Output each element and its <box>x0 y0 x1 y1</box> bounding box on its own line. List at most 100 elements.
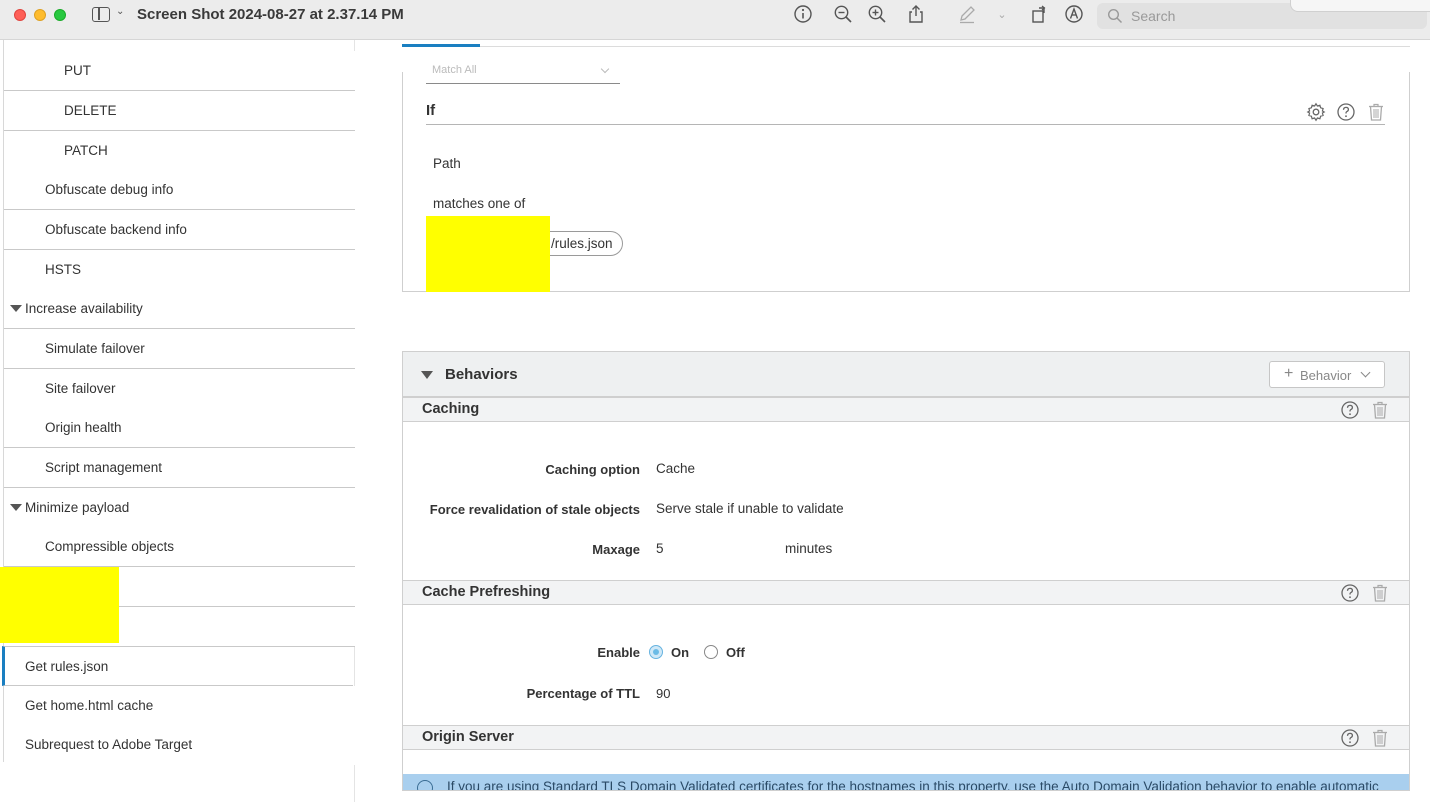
add-behavior-label: Behavior <box>1300 368 1352 383</box>
share-icon[interactable] <box>905 4 927 26</box>
sidebar-item-minimize-payload[interactable]: Minimize payload <box>4 488 355 528</box>
criteria-operator-label: matches one of <box>433 196 526 211</box>
active-tab-indicator <box>402 44 480 47</box>
trash-icon[interactable] <box>1370 728 1390 748</box>
trash-icon[interactable] <box>1370 583 1390 603</box>
sidebar-item-label: Site failover <box>45 381 116 396</box>
window-titlebar: ⌄ Screen Shot 2024-08-27 at 2.37.14 PM ⌄ <box>0 0 1430 40</box>
sidebar-toggle-icon[interactable] <box>92 7 110 22</box>
behaviors-header: Behaviors + Behavior <box>403 352 1409 397</box>
behaviors-title: Behaviors <box>445 366 518 383</box>
redaction-block <box>426 216 550 292</box>
prefresh-title: Cache Prefreshing <box>422 584 551 600</box>
maxage-value[interactable]: 5 <box>656 541 664 556</box>
sidebar-item-label: Minimize payload <box>25 500 130 515</box>
sidebar-item-label: Subrequest to Adobe Target <box>25 737 193 752</box>
zoom-out-icon[interactable] <box>832 4 854 26</box>
expand-triangle-icon[interactable] <box>10 305 22 312</box>
sidebar-item-compressible-objects[interactable]: Compressible objects <box>4 527 355 567</box>
markup-chevron-icon[interactable]: ⌄ <box>991 4 1013 26</box>
close-window-button[interactable] <box>14 9 26 21</box>
maxage-unit[interactable]: minutes <box>785 541 832 556</box>
prefresh-off-label[interactable]: Off <box>726 645 745 660</box>
sidebar-item-label: PUT <box>64 63 91 78</box>
markup-pen-icon[interactable] <box>956 4 978 26</box>
match-select-value: Match All <box>432 64 477 76</box>
sidebar-item-simulate-failover[interactable]: Simulate failover <box>4 329 355 369</box>
sidebar-item-label: Obfuscate backend info <box>45 222 187 237</box>
sidebar-item-obfuscate-debug-info[interactable]: Obfuscate debug info <box>4 170 355 210</box>
origin-section-header: Origin Server <box>403 725 1409 750</box>
help-icon[interactable] <box>1340 728 1360 748</box>
sidebar-item-label: Increase availability <box>25 301 143 316</box>
trash-icon[interactable] <box>1366 102 1386 122</box>
sidebar-item-get-home-html-cache[interactable]: Get home.html cache <box>4 686 355 726</box>
chevron-down-icon[interactable]: ⌄ <box>116 6 124 17</box>
zoom-in-icon[interactable] <box>866 4 888 26</box>
rotate-icon[interactable] <box>1028 4 1050 26</box>
gear-icon[interactable] <box>1306 102 1326 122</box>
caching-option-value[interactable]: Cache <box>656 461 695 476</box>
help-icon[interactable] <box>1340 583 1360 603</box>
path-value-text: /rules.json <box>551 236 613 251</box>
annotate-icon[interactable] <box>1063 4 1085 26</box>
chevron-down-icon <box>1360 367 1371 378</box>
expand-triangle-icon[interactable] <box>10 504 22 511</box>
help-icon[interactable] <box>1336 102 1356 122</box>
sidebar-item-label: Simulate failover <box>45 341 145 356</box>
add-behavior-button[interactable]: + Behavior <box>1269 361 1385 388</box>
sidebar-item-hsts[interactable]: HSTS <box>4 250 355 290</box>
prefresh-section-header: Cache Prefreshing <box>403 580 1409 605</box>
collapse-triangle-icon[interactable] <box>421 371 433 379</box>
caching-section-header: Caching <box>403 397 1409 422</box>
maxage-label: Maxage <box>592 542 640 557</box>
criteria-path-label: Path <box>433 156 461 171</box>
criteria-divider <box>426 124 1385 125</box>
sidebar-item-put[interactable]: PUT <box>4 51 355 91</box>
popover-edge <box>1290 0 1430 12</box>
sidebar-item-obfuscate-backend-info[interactable]: Obfuscate backend info <box>4 210 355 250</box>
behaviors-card: Behaviors + Behavior Caching Caching opt… <box>402 351 1410 791</box>
prefresh-on-radio[interactable] <box>649 645 663 659</box>
trash-icon[interactable] <box>1370 400 1390 420</box>
info-icon <box>417 780 433 790</box>
sidebar-item-label: Origin health <box>45 420 122 435</box>
origin-title: Origin Server <box>422 729 514 745</box>
sidebar-item-increase-availability[interactable]: Increase availability <box>4 289 355 329</box>
fullscreen-window-button[interactable] <box>54 9 66 21</box>
tls-info-banner: If you are using Standard TLS Domain Val… <box>403 774 1409 791</box>
criteria-if-title: If <box>426 102 436 119</box>
prefresh-enable-label: Enable <box>597 645 640 660</box>
revalidation-label: Force revalidation of stale objects <box>429 502 640 517</box>
plus-icon: + <box>1284 365 1294 382</box>
help-icon[interactable] <box>1340 400 1360 420</box>
search-icon <box>1107 8 1123 24</box>
prefresh-on-label[interactable]: On <box>671 645 689 660</box>
sidebar-item-script-management[interactable]: Script management <box>4 448 355 488</box>
sidebar-item-get-rules-json[interactable]: Get rules.json <box>2 646 353 686</box>
sidebar-item-origin-health[interactable]: Origin health <box>4 408 355 448</box>
minimize-window-button[interactable] <box>34 9 46 21</box>
caching-title: Caching <box>422 401 480 417</box>
sidebar-item-site-failover[interactable]: Site failover <box>4 369 355 409</box>
sidebar-item-patch[interactable]: PATCH <box>4 131 355 171</box>
match-all-select[interactable]: Match All <box>426 58 620 84</box>
sidebar-item-label: DELETE <box>64 103 117 118</box>
sidebar-item-label: Compressible objects <box>45 539 175 554</box>
sidebar-item-subrequest-adobe-target[interactable]: Subrequest to Adobe Target <box>4 725 355 765</box>
sidebar-item-delete[interactable]: DELETE <box>4 91 355 131</box>
redaction-block <box>0 567 119 643</box>
info-icon[interactable] <box>792 4 814 26</box>
sidebar-item-label: Obfuscate debug info <box>45 182 174 197</box>
ttl-percentage-value[interactable]: 90 <box>656 686 670 701</box>
tls-info-text: If you are using Standard TLS Domain Val… <box>447 779 1379 791</box>
revalidation-value[interactable]: Serve stale if unable to validate <box>656 501 844 516</box>
window-title: Screen Shot 2024-08-27 at 2.37.14 PM <box>137 6 404 23</box>
sidebar-item-label: Script management <box>45 460 163 475</box>
sidebar-item-label: Get home.html cache <box>25 698 154 713</box>
criteria-card <box>402 72 1410 292</box>
sidebar-item-label: PATCH <box>64 143 108 158</box>
prefresh-off-radio[interactable] <box>704 645 718 659</box>
ttl-percentage-label: Percentage of TTL <box>526 686 640 701</box>
tab-bar-divider <box>402 46 1410 47</box>
